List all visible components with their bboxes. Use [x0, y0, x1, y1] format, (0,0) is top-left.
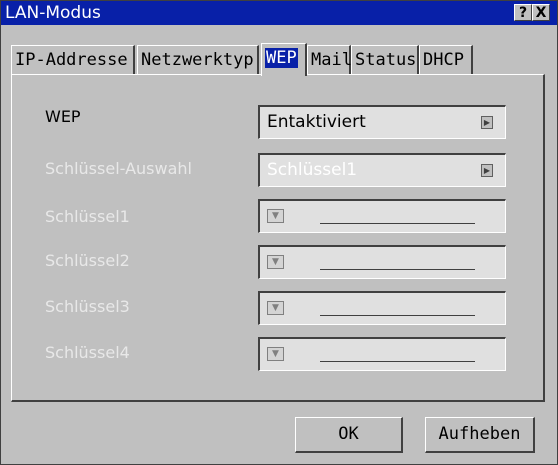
key-select-label: Schlüssel-Auswahl [45, 159, 192, 178]
help-button[interactable]: ? [514, 4, 532, 21]
key-dropdown-icon[interactable]: ▼ [267, 255, 284, 269]
key1-field[interactable]: ▼ [258, 199, 506, 233]
wep-panel: WEP Entaktiviert ▶ Schlüssel-Auswahl Sch… [11, 74, 545, 402]
tab-ip-address[interactable]: IP-Addresse [11, 45, 135, 75]
key-dropdown-icon[interactable]: ▼ [267, 347, 284, 361]
key-select-dropdown[interactable]: Schlüssel1 ▶ [258, 153, 506, 187]
close-button[interactable]: X [532, 4, 550, 21]
tab-mail[interactable]: Mail [307, 45, 352, 75]
cancel-button[interactable]: Aufheben [425, 417, 535, 453]
key1-label: Schlüssel1 [45, 207, 130, 226]
key3-field[interactable]: ▼ [258, 291, 506, 325]
tab-status[interactable]: Status [351, 45, 419, 75]
ok-button[interactable]: OK [295, 417, 403, 453]
wep-value: Entaktiviert [267, 112, 366, 132]
wep-label: WEP [45, 107, 81, 126]
tab-dhcp[interactable]: DHCP [419, 45, 473, 75]
key-dropdown-icon[interactable]: ▼ [267, 209, 284, 223]
key4-field[interactable]: ▼ [258, 337, 506, 371]
wep-select[interactable]: Entaktiviert ▶ [258, 105, 506, 139]
key1-input-line [320, 223, 475, 224]
key3-input-line [320, 315, 475, 316]
key2-input-line [320, 269, 475, 270]
key-dropdown-icon[interactable]: ▼ [267, 301, 284, 315]
title-bar[interactable]: LAN-Modus ? X [1, 1, 557, 25]
key2-label: Schlüssel2 [45, 251, 130, 270]
key4-input-line [320, 361, 475, 362]
key4-label: Schlüssel4 [45, 343, 130, 362]
window-title: LAN-Modus [5, 3, 101, 23]
tab-wep[interactable]: WEP [261, 43, 307, 76]
play-right-icon: ▶ [481, 164, 493, 177]
key3-label: Schlüssel3 [45, 297, 130, 316]
lan-mode-dialog: LAN-Modus ? X IP-Addresse Netzwerktyp WE… [0, 0, 558, 465]
key2-field[interactable]: ▼ [258, 245, 506, 279]
tab-network-type[interactable]: Netzwerktyp [137, 45, 259, 75]
key-select-value: Schlüssel1 [267, 160, 358, 180]
play-right-icon: ▶ [481, 116, 493, 129]
